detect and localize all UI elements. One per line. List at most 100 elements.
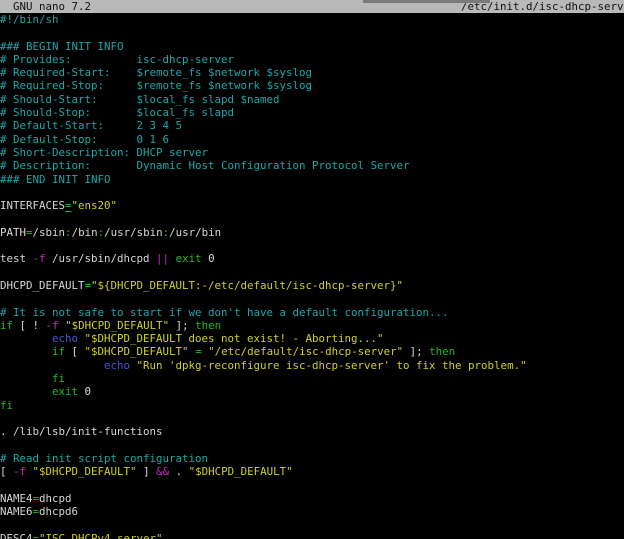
code-line: ### END INIT INFO (0, 173, 624, 186)
code-line (0, 266, 624, 279)
code-line: ### BEGIN INIT INFO (0, 40, 624, 53)
code-line: # Default-Stop: 0 1 6 (0, 133, 624, 146)
code-line: # It is not safe to start if we don't ha… (0, 306, 624, 319)
code-token: "$DHCPD_DEFAULT" (189, 465, 293, 478)
code-line: # Description: Dynamic Host Configuratio… (0, 159, 624, 172)
code-line (0, 439, 624, 452)
code-token (0, 332, 52, 345)
code-token: #!/bin/sh (0, 13, 59, 26)
code-line: # Required-Start: $remote_fs $network $s… (0, 66, 624, 79)
code-token: "$DHCPD_DEFAULT does not exist! - Aborti… (85, 332, 384, 345)
code-token: fi (0, 399, 13, 412)
code-token: # Required-Start: $remote_fs $network $s… (0, 66, 312, 79)
nano-terminal-window: GNU nano 7.2 /etc/init.d/isc-dhcp-server… (0, 0, 624, 539)
code-token: && (156, 465, 169, 478)
code-token: "ens20" (72, 199, 118, 212)
window-edge-strip (363, 0, 490, 3)
code-token: NAME6 (0, 505, 33, 518)
code-line: DHCPD_DEFAULT="${DHCPD_DEFAULT:-/etc/def… (0, 279, 624, 292)
code-line: echo "Run 'dpkg-reconfigure isc-dhcp-ser… (0, 359, 624, 372)
code-token: . (169, 465, 189, 478)
code-token: # Description: Dynamic Host Configuratio… (0, 159, 410, 172)
code-token: ### BEGIN INIT INFO (0, 40, 124, 53)
code-token: # Provides: isc-dhcp-server (0, 53, 234, 66)
app-title: GNU nano 7.2 (0, 0, 91, 13)
code-token: "Run 'dpkg-reconfigure isc-dhcp-server' … (137, 359, 527, 372)
code-line: # Short-Description: DHCP server (0, 146, 624, 159)
code-token: "${DHCPD_DEFAULT:-/etc/default/isc-dhcp-… (91, 279, 403, 292)
code-token: echo (52, 332, 78, 345)
code-token: then (429, 345, 455, 358)
code-token (0, 385, 52, 398)
code-line: NAME6=dhcpd6 (0, 505, 624, 518)
code-line: exit 0 (0, 385, 624, 398)
code-line: echo "$DHCPD_DEFAULT does not exist! - A… (0, 332, 624, 345)
code-token: "ISC DHCPv4 server" (39, 532, 163, 539)
code-token: -f (33, 252, 46, 265)
code-token: ]; (169, 319, 195, 332)
code-token: 0 (202, 252, 215, 265)
code-token: exit (176, 252, 202, 265)
code-token: # Read init script configuration (0, 452, 208, 465)
code-line: if [ "$DHCPD_DEFAULT" = "/etc/default/is… (0, 345, 624, 358)
code-line: # Required-Stop: $remote_fs $network $sy… (0, 79, 624, 92)
code-token: ### END INIT INFO (0, 173, 111, 186)
code-token (0, 345, 52, 358)
code-token: PATH (0, 226, 26, 239)
code-line: # Read init script configuration (0, 452, 624, 465)
code-token: [ (65, 345, 85, 358)
code-token: /usr/bin (169, 226, 221, 239)
code-token: /usr/sbin (104, 226, 163, 239)
code-line: fi (0, 399, 624, 412)
code-token: ] (137, 465, 157, 478)
code-token: INTERFACES (0, 199, 65, 212)
code-token: -f (13, 465, 26, 478)
code-token: [ ! (13, 319, 46, 332)
code-line (0, 239, 624, 252)
code-token: "$DHCPD_DEFAULT" (85, 345, 189, 358)
code-token: dhcpd (39, 492, 72, 505)
code-token: . /lib/lsb/init-functions (0, 425, 163, 438)
code-line: # Should-Stop: $local_fs slapd (0, 106, 624, 119)
code-token: test (0, 252, 33, 265)
code-token: # Default-Stop: 0 1 6 (0, 133, 169, 146)
code-token (0, 372, 52, 385)
code-token: "$DHCPD_DEFAULT" (65, 319, 169, 332)
code-line (0, 478, 624, 491)
code-line: test -f /usr/sbin/dhcpd || exit 0 (0, 252, 624, 265)
code-line: PATH=/sbin:/bin:/usr/sbin:/usr/bin (0, 226, 624, 239)
code-token: # Default-Start: 2 3 4 5 (0, 119, 182, 132)
code-line: if [ ! -f "$DHCPD_DEFAULT" ]; then (0, 319, 624, 332)
code-token: [ (0, 465, 13, 478)
code-line: NAME4=dhcpd (0, 492, 624, 505)
editor-text-area[interactable]: #!/bin/sh ### BEGIN INIT INFO# Provides:… (0, 13, 624, 539)
code-token: fi (52, 372, 65, 385)
code-token: /usr/sbin/dhcpd (46, 252, 157, 265)
code-line: fi (0, 372, 624, 385)
code-line: # Provides: isc-dhcp-server (0, 53, 624, 66)
code-line (0, 292, 624, 305)
code-token: # It is not safe to start if we don't ha… (0, 306, 449, 319)
code-token: ]; (403, 345, 429, 358)
code-line (0, 212, 624, 225)
code-token: 0 (78, 385, 91, 398)
code-line: #!/bin/sh (0, 13, 624, 26)
code-token: DHCPD_DEFAULT (0, 279, 85, 292)
code-token: # Should-Start: $local_fs slapd $named (0, 93, 280, 106)
code-token: /bin (72, 226, 98, 239)
code-token: if (0, 319, 13, 332)
code-token: # Should-Stop: $local_fs slapd (0, 106, 234, 119)
code-line (0, 412, 624, 425)
code-token: dhcpd6 (39, 505, 78, 518)
code-line (0, 186, 624, 199)
code-line: # Should-Start: $local_fs slapd $named (0, 93, 624, 106)
code-token: # Short-Description: DHCP server (0, 146, 208, 159)
code-token: "/etc/default/isc-dhcp-server" (208, 345, 403, 358)
code-token: exit (52, 385, 78, 398)
code-line: [ -f "$DHCPD_DEFAULT" ] && . "$DHCPD_DEF… (0, 465, 624, 478)
code-token: NAME4 (0, 492, 33, 505)
code-line: . /lib/lsb/init-functions (0, 425, 624, 438)
nano-title-bar: GNU nano 7.2 /etc/init.d/isc-dhcp-server (0, 0, 624, 13)
code-token: -f (46, 319, 59, 332)
code-token: echo (104, 359, 130, 372)
